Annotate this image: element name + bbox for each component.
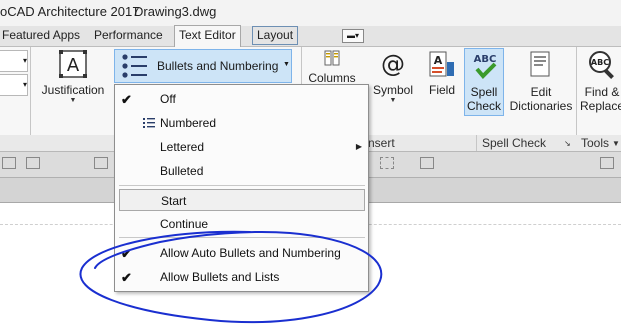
annotation-ellipse (79, 230, 383, 323)
